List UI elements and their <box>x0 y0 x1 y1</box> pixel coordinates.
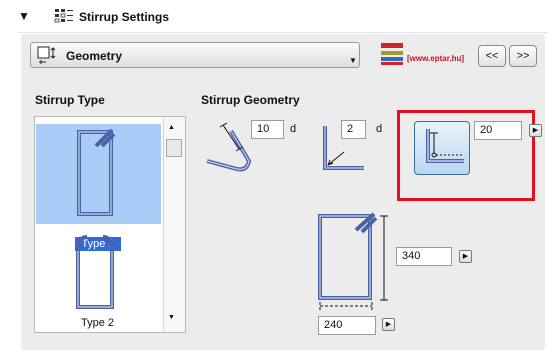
height-spin-button[interactable]: ▶ <box>459 250 472 263</box>
eptar-logo <box>381 43 405 68</box>
page-selector-dropdown[interactable]: Geometry ▼ <box>30 42 360 68</box>
chevron-down-icon: ▼ <box>349 56 357 65</box>
type-2-label[interactable]: Type 2 <box>81 317 114 329</box>
hook-length-input[interactable]: 10 <box>251 120 284 139</box>
previous-page-button[interactable]: << <box>478 45 506 67</box>
collapse-icon[interactable]: ▼ <box>18 10 30 22</box>
scroll-up-icon[interactable]: ▲ <box>168 124 175 131</box>
end-length-icon <box>426 129 464 163</box>
scroll-thumb[interactable] <box>166 139 182 157</box>
end-length-spin-button[interactable]: ▶ <box>529 124 542 137</box>
end-length-input[interactable]: 20 <box>474 121 522 140</box>
stirrup-type-list[interactable]: Type 1 Type 2 ▲ ▼ <box>34 116 186 333</box>
width-input[interactable]: 240 <box>318 316 376 335</box>
height-input[interactable]: 340 <box>396 247 452 266</box>
panel-title: Stirrup Settings <box>79 10 170 24</box>
scroll-down-icon[interactable]: ▼ <box>168 314 175 321</box>
hook-length-unit: d <box>290 123 297 135</box>
dropdown-selected-label: Geometry <box>66 49 123 63</box>
stirrup-type1-icon <box>77 128 116 216</box>
list-item-type-1[interactable] <box>36 124 161 224</box>
end-length-option-button[interactable] <box>414 121 470 175</box>
next-page-button[interactable]: >> <box>509 45 537 67</box>
panel-header: ▼ Stirrup Settings <box>18 6 548 33</box>
stirrup-dimension-diagram <box>318 212 388 310</box>
stirrup-geometry-heading: Stirrup Geometry <box>201 93 300 107</box>
geometry-icon <box>37 46 61 69</box>
bend-input[interactable]: 2 <box>341 120 366 139</box>
stirrup-type-heading: Stirrup Type <box>35 93 105 107</box>
logo-text[interactable]: [www.eptar.hu] <box>407 54 464 63</box>
stirrup-type2-icon[interactable] <box>73 231 117 311</box>
settings-grid-icon <box>54 8 74 29</box>
width-spin-button[interactable]: ▶ <box>382 318 395 331</box>
bend-unit: d <box>376 123 383 135</box>
